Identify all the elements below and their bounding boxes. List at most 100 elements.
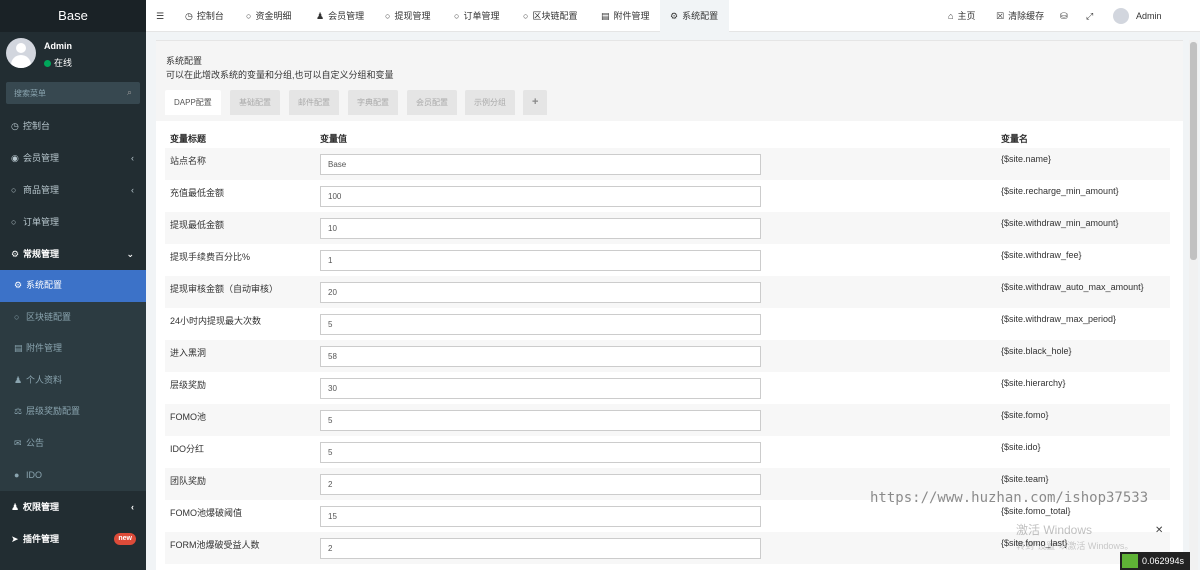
sidebar-item-label: 附件管理: [26, 343, 63, 354]
tab-orders[interactable]: ○ 订单管理: [454, 0, 499, 32]
tab-label: 控制台: [196, 11, 224, 21]
tab-members[interactable]: ♟ 会员管理: [316, 0, 364, 32]
circle-icon: ○: [246, 11, 252, 21]
tab-withdraw[interactable]: ○ 提现管理: [385, 0, 430, 32]
sidebar-item-products[interactable]: ○ 商品管理 ‹: [0, 174, 146, 206]
translate-icon[interactable]: ⛁: [1060, 0, 1068, 32]
user-status: 在线: [44, 56, 72, 69]
watermark-text: https://www.huzhan.com/ishop37533: [870, 490, 1149, 506]
scrollbar-thumb[interactable]: [1190, 42, 1197, 260]
sidebar-item-hierarchy-reward[interactable]: ⚖ 层级奖励配置: [0, 396, 146, 428]
sidebar-item-orders[interactable]: ○ 订单管理: [0, 206, 146, 238]
table-row: 站点名称 {$site.name}: [165, 148, 1170, 180]
tab-dict-config[interactable]: 字典配置: [348, 90, 398, 115]
circle-icon: ○: [11, 217, 17, 227]
fullscreen-icon[interactable]: ⤢: [1086, 0, 1093, 32]
top-navbar: ☰ ◷ 控制台 ○ 资金明细 ♟ 会员管理 ○ 提现管理 ○ 订单管理 ○ 区块链配置 ▤ 附…: [146, 0, 1200, 32]
tab-label: 系统配置: [682, 11, 719, 21]
user-icon: ♟: [316, 11, 325, 21]
tab-label: 区块链配置: [532, 11, 578, 21]
tab-dapp-config[interactable]: DAPP配置: [165, 90, 221, 115]
table-row: 24小时内提现最大次数 {$site.withdraw_max_period}: [165, 308, 1170, 340]
variable-value-input[interactable]: [320, 538, 761, 559]
home-link[interactable]: ⌂ 主页: [948, 0, 975, 32]
dashboard-icon: ◷: [185, 11, 193, 21]
sidebar-item-ido[interactable]: ● IDO: [0, 460, 146, 492]
search-input[interactable]: [6, 82, 140, 104]
user-icon: ♟: [14, 374, 23, 385]
cogs-icon: ⚙: [11, 249, 20, 259]
sidebar-item-members[interactable]: ◉ 会员管理 ‹: [0, 142, 146, 174]
tab-label: 订单管理: [463, 11, 500, 21]
tab-attachments[interactable]: ▤ 附件管理: [601, 0, 650, 32]
page-title: 系统配置: [166, 56, 203, 66]
sidebar-item-plugins[interactable]: ➤ 插件管理 new: [0, 523, 146, 555]
tab-mail-config[interactable]: 邮件配置: [289, 90, 339, 115]
clear-cache-label: 清除缓存: [1008, 11, 1045, 21]
variable-value-input[interactable]: [320, 506, 761, 527]
sidebar-item-general[interactable]: ⚙ 常规管理 ⌄: [0, 238, 146, 270]
variable-value-input[interactable]: [320, 154, 761, 175]
tab-label: 附件管理: [613, 11, 650, 21]
dashboard-icon: ◷: [11, 121, 19, 131]
tab-blockchain-config[interactable]: ○ 区块链配置: [523, 0, 577, 32]
variable-value-input[interactable]: [320, 474, 761, 495]
variable-value-input[interactable]: [320, 282, 761, 303]
admin-avatar[interactable]: [1113, 8, 1129, 24]
variable-value-input[interactable]: [320, 218, 761, 239]
sidebar-item-blockchain-config[interactable]: ○ 区块链配置: [0, 302, 146, 334]
tab-system-config[interactable]: ⚙ 系统配置: [660, 0, 729, 32]
variable-title: FOMO池爆破阈值: [170, 508, 242, 518]
search-icon[interactable]: ⌕: [127, 87, 132, 98]
scrollbar[interactable]: [1189, 40, 1198, 570]
page-description: 可以在此增改系统的变量和分组,也可以自定义分组和变量: [166, 70, 394, 80]
variable-title: 24小时内提现最大次数: [170, 316, 262, 326]
home-label: 主页: [957, 11, 976, 21]
variable-name: {$site.withdraw_min_amount}: [1001, 218, 1119, 228]
tab-label: 资金明细: [255, 11, 292, 21]
table-row: FOMO池 {$site.fomo}: [165, 404, 1170, 436]
gear-icon: ⚙: [14, 280, 23, 290]
sidebar-item-attachments[interactable]: ▤ 附件管理: [0, 333, 146, 365]
tab-dashboard[interactable]: ◷ 控制台: [185, 0, 224, 32]
table-row: 提现手续费百分比% {$site.withdraw_fee}: [165, 244, 1170, 276]
sidebar-item-system-config[interactable]: ⚙ 系统配置: [0, 270, 146, 302]
variable-value-input[interactable]: [320, 250, 761, 271]
tab-member-config[interactable]: 会员配置: [407, 90, 457, 115]
user-status-label: 在线: [54, 58, 73, 68]
tab-basic-config[interactable]: 基础配置: [230, 90, 280, 115]
sidebar-item-announcement[interactable]: ✉ 公告: [0, 428, 146, 460]
tab-label: 提现管理: [394, 11, 431, 21]
user-panel: Admin 在线: [0, 36, 146, 78]
variable-value-input[interactable]: [320, 410, 761, 431]
variable-name: {$site.name}: [1001, 154, 1052, 164]
sidebar-item-label: 控制台: [23, 121, 51, 131]
variable-value-input[interactable]: [320, 346, 761, 367]
chevron-down-icon: ⌄: [126, 249, 134, 259]
admin-menu[interactable]: Admin: [1136, 0, 1162, 32]
add-tab-button[interactable]: +: [523, 90, 548, 115]
brand-logo[interactable]: Base: [0, 0, 146, 32]
timer-value: 0.062994s: [1142, 556, 1185, 566]
sidebar-item-permissions[interactable]: ♟ 权限管理 ‹: [0, 491, 146, 523]
user-icon: ◉: [11, 153, 19, 163]
sidebar-item-label: 商品管理: [23, 185, 60, 195]
close-icon[interactable]: ✕: [1155, 525, 1163, 536]
globe-icon: ●: [14, 469, 20, 480]
variable-value-input[interactable]: [320, 378, 761, 399]
activate-windows-title: 激活 Windows: [1016, 523, 1093, 537]
tab-funds[interactable]: ○ 资金明细: [246, 0, 291, 32]
variable-name: {$site.withdraw_auto_max_amount}: [1001, 282, 1144, 292]
variable-title: 站点名称: [170, 156, 207, 166]
clear-cache-button[interactable]: ☒ 清除缓存: [996, 0, 1044, 32]
tab-example-group[interactable]: 示例分组: [465, 90, 515, 115]
sidebar-item-profile[interactable]: ♟ 个人资料: [0, 365, 146, 397]
sidebar-item-dashboard[interactable]: ◷ 控制台: [0, 110, 146, 142]
sidebar-item-label: 层级奖励配置: [26, 406, 81, 417]
variable-value-input[interactable]: [320, 442, 761, 463]
variable-value-input[interactable]: [320, 186, 761, 207]
variable-value-input[interactable]: [320, 314, 761, 335]
sidebar-search: ⌕: [6, 82, 140, 104]
menu-toggle-icon[interactable]: ☰: [156, 0, 164, 32]
activate-windows-subtitle: 转到"设置"以激活 Windows。: [1016, 541, 1134, 551]
